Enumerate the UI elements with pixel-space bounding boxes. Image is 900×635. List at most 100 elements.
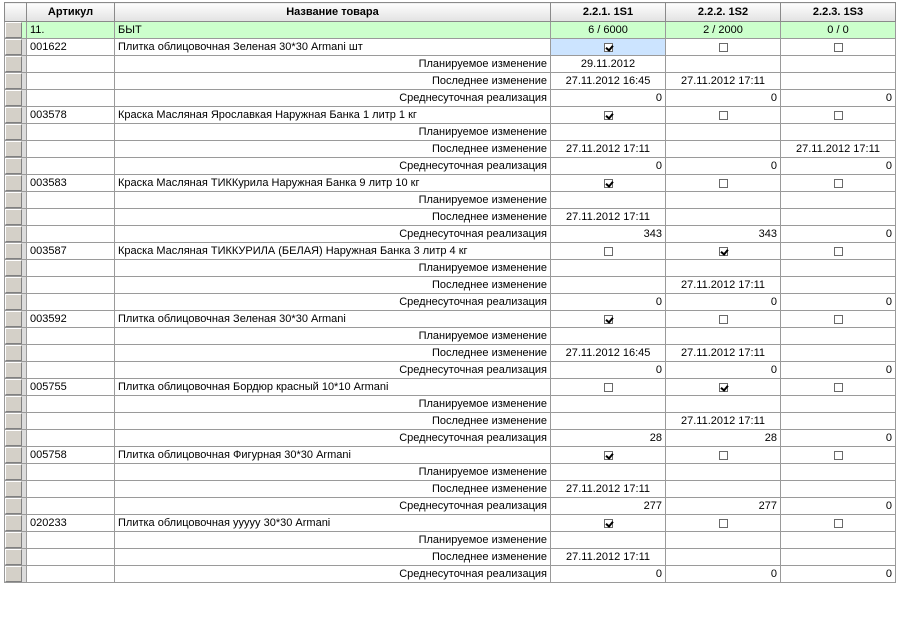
store-s3-checkbox[interactable] [833,246,843,256]
row-selector-button[interactable] [5,73,22,89]
row-selector-button[interactable] [5,294,22,310]
row-selector-button[interactable] [5,447,22,463]
row-selector-button[interactable] [5,22,22,38]
last-change-s3[interactable] [780,412,896,430]
avg-daily-sales-s3[interactable]: 0 [780,361,896,379]
row-selector-button[interactable] [5,345,22,361]
store-s2-cell[interactable] [665,106,781,124]
row-selector[interactable] [4,55,27,73]
row-selector-button[interactable] [5,277,22,293]
row-selector-button[interactable] [5,209,22,225]
header-article[interactable]: Артикул [26,2,115,22]
store-s2-cell[interactable] [665,378,781,396]
planned-change-s2[interactable] [665,191,781,209]
row-selector-button[interactable] [5,158,22,174]
store-s2-checkbox[interactable] [718,450,728,460]
avg-daily-sales-s1[interactable]: 0 [550,157,666,175]
store-s3-checkbox[interactable] [833,518,843,528]
store-s1-cell[interactable] [550,242,666,260]
header-store-s1[interactable]: 2.2.1. 1S1 [550,2,666,22]
row-selector-button[interactable] [5,464,22,480]
product-row[interactable]: 001622 Плитка облицовочная Зеленая 30*30 … [4,38,896,56]
row-selector[interactable] [4,225,27,243]
planned-change-s3[interactable] [780,191,896,209]
last-change-s2[interactable]: 27.11.2012 17:11 [665,412,781,430]
store-s1-checkbox[interactable] [603,110,613,120]
last-change-s2[interactable]: 27.11.2012 17:11 [665,72,781,90]
avg-daily-sales-s1[interactable]: 28 [550,429,666,447]
last-change-s2[interactable] [665,480,781,498]
product-row[interactable]: 003587 Краска Масляная ТИККУРИЛА (БЕЛАЯ) … [4,242,896,260]
row-selector[interactable] [4,429,27,447]
avg-daily-sales-s2[interactable]: 0 [665,361,781,379]
avg-daily-sales-s2[interactable]: 28 [665,429,781,447]
row-selector[interactable] [4,123,27,141]
row-selector[interactable] [4,565,27,583]
last-change-s1[interactable]: 27.11.2012 17:11 [550,208,666,226]
last-change-s2[interactable] [665,140,781,158]
avg-daily-sales-s1[interactable]: 0 [550,89,666,107]
store-s2-cell[interactable] [665,310,781,328]
store-s1-cell[interactable] [550,514,666,532]
row-selector-button[interactable] [5,39,22,55]
last-change-s3[interactable] [780,276,896,294]
planned-change-s3[interactable] [780,55,896,73]
row-selector[interactable] [4,157,27,175]
store-s3-cell[interactable] [780,378,896,396]
avg-daily-sales-s2[interactable]: 0 [665,89,781,107]
row-selector[interactable] [4,242,27,260]
store-s2-checkbox[interactable] [718,110,728,120]
store-s2-checkbox[interactable] [718,178,728,188]
store-s2-cell[interactable] [665,446,781,464]
store-s3-checkbox[interactable] [833,42,843,52]
store-s3-cell[interactable] [780,514,896,532]
product-row[interactable]: 003578 Краска Масляная Ярославкая Наружна… [4,106,896,124]
planned-change-s1[interactable]: 29.11.2012 [550,55,666,73]
store-s1-checkbox[interactable] [603,382,613,392]
row-selector[interactable] [4,259,27,277]
avg-daily-sales-s3[interactable]: 0 [780,565,896,583]
row-selector[interactable] [4,361,27,379]
last-change-s1[interactable]: 27.11.2012 17:11 [550,548,666,566]
store-s1-cell[interactable] [550,310,666,328]
planned-change-s1[interactable] [550,191,666,209]
planned-change-s2[interactable] [665,327,781,345]
store-s1-cell[interactable] [550,106,666,124]
avg-daily-sales-s1[interactable]: 277 [550,497,666,515]
store-s2-checkbox[interactable] [718,382,728,392]
last-change-s3[interactable] [780,344,896,362]
store-s3-checkbox[interactable] [833,450,843,460]
planned-change-s2[interactable] [665,259,781,277]
store-s1-checkbox[interactable] [603,314,613,324]
row-selector[interactable] [4,463,27,481]
row-selector[interactable] [4,446,27,464]
planned-change-s1[interactable] [550,123,666,141]
planned-change-s3[interactable] [780,531,896,549]
planned-change-s3[interactable] [780,123,896,141]
last-change-s1[interactable]: 27.11.2012 17:11 [550,480,666,498]
product-row[interactable]: 020233 Плитка облицовочная ууууу 30*30 Ar… [4,514,896,532]
avg-daily-sales-s3[interactable]: 0 [780,89,896,107]
row-selector-button[interactable] [5,498,22,514]
avg-daily-sales-s3[interactable]: 0 [780,225,896,243]
last-change-s3[interactable] [780,72,896,90]
store-s2-checkbox[interactable] [718,314,728,324]
row-selector-button[interactable] [5,328,22,344]
store-s1-checkbox[interactable] [603,518,613,528]
avg-daily-sales-s1[interactable]: 0 [550,565,666,583]
row-selector-button[interactable] [5,481,22,497]
row-selector-button[interactable] [5,192,22,208]
row-selector-button[interactable] [5,243,22,259]
row-selector-button[interactable] [5,379,22,395]
row-selector[interactable] [4,395,27,413]
last-change-s3[interactable] [780,548,896,566]
header-store-s2[interactable]: 2.2.2. 1S2 [665,2,781,22]
row-selector[interactable] [4,480,27,498]
row-selector-button[interactable] [5,430,22,446]
row-selector[interactable] [4,208,27,226]
avg-daily-sales-s3[interactable]: 0 [780,157,896,175]
store-s1-cell[interactable] [550,38,666,56]
last-change-s2[interactable] [665,548,781,566]
avg-daily-sales-s2[interactable]: 0 [665,157,781,175]
row-selector[interactable] [4,310,27,328]
